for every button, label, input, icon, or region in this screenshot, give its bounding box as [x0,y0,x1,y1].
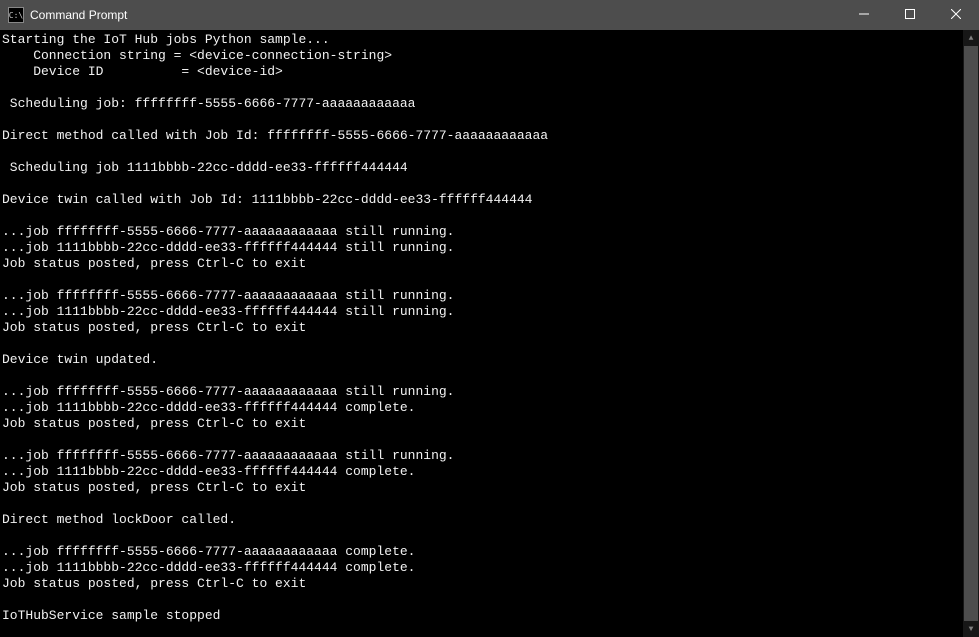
window-title: Command Prompt [30,8,841,22]
terminal-line: Connection string = <device-connection-s… [2,48,963,64]
terminal-line: ...job 1111bbbb-22cc-dddd-ee33-ffffff444… [2,400,963,416]
terminal-line [2,496,963,512]
terminal-line: Scheduling job 1111bbbb-22cc-dddd-ee33-f… [2,160,963,176]
terminal-line: ...job ffffffff-5555-6666-7777-aaaaaaaaa… [2,384,963,400]
terminal-line [2,336,963,352]
terminal-line: ...job 1111bbbb-22cc-dddd-ee33-ffffff444… [2,304,963,320]
terminal-line [2,528,963,544]
content-area: Starting the IoT Hub jobs Python sample.… [0,30,979,637]
terminal-line [2,432,963,448]
terminal-line: Device ID = <device-id> [2,64,963,80]
terminal-line: Job status posted, press Ctrl-C to exit [2,416,963,432]
minimize-button[interactable] [841,0,887,30]
terminal-line: ...job ffffffff-5555-6666-7777-aaaaaaaaa… [2,544,963,560]
terminal-line: Starting the IoT Hub jobs Python sample.… [2,32,963,48]
minimize-icon [859,8,869,22]
terminal-line [2,112,963,128]
cmd-icon: C:\ [8,7,24,23]
terminal-line: Job status posted, press Ctrl-C to exit [2,480,963,496]
maximize-icon [905,8,915,22]
terminal-line [2,144,963,160]
terminal-line: Direct method called with Job Id: ffffff… [2,128,963,144]
terminal-line: ...job ffffffff-5555-6666-7777-aaaaaaaaa… [2,448,963,464]
terminal-line: Direct method lockDoor called. [2,512,963,528]
terminal-line: Scheduling job: ffffffff-5555-6666-7777-… [2,96,963,112]
vertical-scrollbar[interactable]: ▲ ▼ [963,30,979,637]
terminal-line: Job status posted, press Ctrl-C to exit [2,320,963,336]
terminal-line: ...job 1111bbbb-22cc-dddd-ee33-ffffff444… [2,560,963,576]
terminal-line: Job status posted, press Ctrl-C to exit [2,256,963,272]
window-controls [841,0,979,30]
terminal-line [2,592,963,608]
terminal-line: ...job 1111bbbb-22cc-dddd-ee33-ffffff444… [2,240,963,256]
scroll-up-arrow-icon[interactable]: ▲ [963,30,979,46]
terminal-line: ...job ffffffff-5555-6666-7777-aaaaaaaaa… [2,224,963,240]
terminal-line [2,208,963,224]
terminal-line: IoTHubService sample stopped [2,608,963,624]
terminal-line: Device twin called with Job Id: 1111bbbb… [2,192,963,208]
terminal-line: ...job 1111bbbb-22cc-dddd-ee33-ffffff444… [2,464,963,480]
maximize-button[interactable] [887,0,933,30]
terminal-line [2,272,963,288]
terminal-line [2,80,963,96]
terminal-line [2,368,963,384]
terminal-output[interactable]: Starting the IoT Hub jobs Python sample.… [0,30,963,637]
scrollbar-thumb[interactable] [964,46,978,621]
terminal-line [2,176,963,192]
window-titlebar[interactable]: C:\ Command Prompt [0,0,979,30]
close-icon [951,8,961,22]
scroll-down-arrow-icon[interactable]: ▼ [963,621,979,637]
close-button[interactable] [933,0,979,30]
terminal-line: Device twin updated. [2,352,963,368]
terminal-line: Job status posted, press Ctrl-C to exit [2,576,963,592]
terminal-line: ...job ffffffff-5555-6666-7777-aaaaaaaaa… [2,288,963,304]
